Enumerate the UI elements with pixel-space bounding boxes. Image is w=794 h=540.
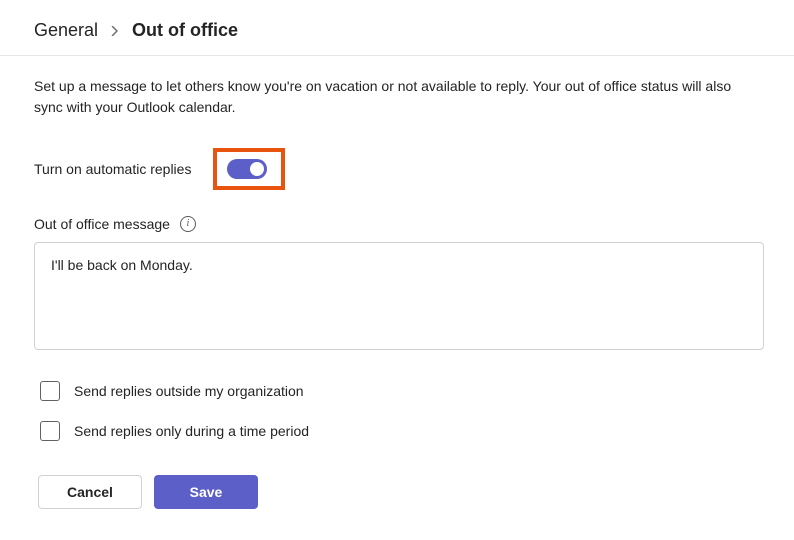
breadcrumb-root[interactable]: General (34, 20, 98, 41)
time-period-row: Send replies only during a time period (34, 421, 760, 441)
toggle-knob (250, 162, 264, 176)
breadcrumb-current: Out of office (132, 20, 238, 41)
outside-replies-checkbox[interactable] (40, 381, 60, 401)
auto-replies-label: Turn on automatic replies (34, 161, 191, 177)
outside-replies-label: Send replies outside my organization (74, 383, 304, 399)
outside-replies-row: Send replies outside my organization (34, 381, 760, 401)
message-label-row: Out of office message i (34, 216, 760, 232)
cancel-button[interactable]: Cancel (38, 475, 142, 509)
highlight-frame (213, 148, 285, 190)
message-label: Out of office message (34, 216, 170, 232)
breadcrumb: General Out of office (0, 0, 794, 56)
time-period-checkbox[interactable] (40, 421, 60, 441)
save-button[interactable]: Save (154, 475, 258, 509)
button-row: Cancel Save (38, 475, 760, 509)
description-text: Set up a message to let others know you'… (34, 76, 754, 118)
auto-replies-toggle[interactable] (227, 159, 267, 179)
chevron-right-icon (110, 26, 120, 36)
auto-replies-row: Turn on automatic replies (34, 148, 760, 190)
message-textarea[interactable] (34, 242, 764, 350)
settings-panel: Set up a message to let others know you'… (0, 56, 794, 509)
time-period-label: Send replies only during a time period (74, 423, 309, 439)
info-icon[interactable]: i (180, 216, 196, 232)
